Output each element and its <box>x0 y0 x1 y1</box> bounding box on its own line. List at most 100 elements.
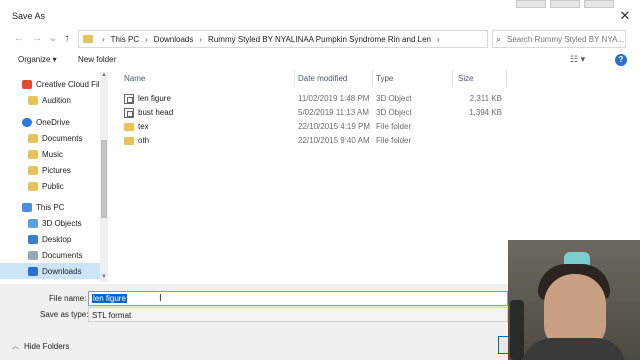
documents-icon <box>28 250 38 260</box>
breadcrumb-this-pc[interactable]: This PC <box>111 35 139 44</box>
column-header-type[interactable]: Type <box>376 74 393 83</box>
search-icon: ⌕ <box>496 34 502 44</box>
address-bar[interactable]: › This PC › Downloads › Rummy Styled BY … <box>78 30 560 48</box>
folder-icon <box>28 149 38 159</box>
file-row[interactable]: tex 22/10/2015 4:19 PM File folder <box>118 120 510 134</box>
recent-locations-icon[interactable]: ⌄ <box>46 32 60 46</box>
column-divider[interactable] <box>506 70 507 87</box>
3d-object-icon <box>124 108 134 118</box>
scroll-up-icon[interactable]: ▲ <box>100 72 108 78</box>
nav-item-onedrive[interactable]: OneDrive <box>0 114 100 130</box>
breadcrumb-separator-icon: › <box>145 34 148 44</box>
column-divider[interactable] <box>294 70 295 87</box>
webcam-overlay <box>508 240 640 360</box>
column-header-size[interactable]: Size <box>458 74 474 83</box>
nav-item-music[interactable]: Music <box>0 146 100 162</box>
organize-button[interactable]: Organize ▾ <box>18 55 57 64</box>
close-icon[interactable]: ✕ <box>616 7 634 25</box>
file-name: tex <box>138 122 149 131</box>
file-name: bust head <box>138 108 174 117</box>
column-divider[interactable] <box>452 70 453 87</box>
file-name-value: len figure <box>92 294 127 303</box>
onedrive-icon <box>22 117 32 127</box>
nav-item-label: Audition <box>42 95 71 105</box>
person-body <box>522 338 626 360</box>
file-size: 2,311 KB <box>469 94 502 103</box>
file-name: len figure <box>138 94 171 103</box>
breadcrumb-downloads[interactable]: Downloads <box>154 35 194 44</box>
file-name-field[interactable]: len figure I <box>88 291 508 306</box>
nav-item-label: Downloads <box>42 266 82 276</box>
nav-item-label: Music <box>42 149 63 159</box>
file-row[interactable]: len figure 11/02/2019 1:48 PM 3D Object … <box>118 92 510 106</box>
nav-item-label: Public <box>42 181 64 191</box>
file-row[interactable]: bust head 5/02/2019 11:13 AM 3D Object 1… <box>118 106 510 120</box>
save-as-type-value: STL format <box>92 311 132 320</box>
chevron-up-icon: ︿ <box>12 343 19 350</box>
column-header-name[interactable]: Name <box>124 74 145 83</box>
navigation-scrollbar[interactable]: ▲ ▼ <box>100 72 108 282</box>
file-size: 1,394 KB <box>469 108 502 117</box>
file-date: 22/10/2015 9:40 AM <box>298 136 370 145</box>
column-divider[interactable] <box>372 70 373 87</box>
breadcrumb-separator-icon: › <box>102 34 105 44</box>
nav-item-pictures[interactable]: Pictures <box>0 162 100 178</box>
breadcrumb-current-folder[interactable]: Rummy Styled BY NYALINAA Pumpkin Syndrom… <box>208 35 431 44</box>
file-type: 3D Object <box>376 108 412 117</box>
nav-item-downloads[interactable]: Downloads <box>0 263 100 279</box>
command-bar: Organize ▾ New folder ☷ ▾ ? <box>0 51 640 69</box>
save-as-type-select[interactable]: STL format <box>88 307 508 322</box>
scrollbar-thumb[interactable] <box>101 140 107 218</box>
text-cursor-icon: I <box>159 293 162 304</box>
nav-item-creative-cloud[interactable]: Creative Cloud Fil <box>0 76 100 92</box>
scroll-down-icon[interactable]: ▼ <box>100 274 108 280</box>
help-icon[interactable]: ? <box>615 54 627 66</box>
search-box[interactable]: ⌕ <box>492 30 626 48</box>
folder-icon <box>28 133 38 143</box>
nav-item-label: Documents <box>42 250 83 260</box>
nav-item-documents-pc[interactable]: Documents <box>0 247 100 263</box>
folder-icon <box>28 165 38 175</box>
nav-item-documents[interactable]: Documents <box>0 130 100 146</box>
cube-icon <box>28 218 38 228</box>
nav-item-label: Pictures <box>42 165 71 175</box>
desktop-icon <box>28 234 38 244</box>
file-name-label: File name: <box>49 294 87 303</box>
file-list: Name Date modified Type Size len figure … <box>118 70 510 284</box>
window-title: Save As <box>12 11 46 21</box>
file-date: 22/10/2015 4:19 PM <box>298 122 371 131</box>
nav-item-label: Desktop <box>42 234 72 244</box>
nav-item-label: Creative Cloud Fil <box>36 79 100 89</box>
nav-item-audition[interactable]: Audition <box>0 92 100 108</box>
view-options-icon[interactable]: ☷ ▾ <box>570 54 585 65</box>
file-row[interactable]: oth 22/10/2015 9:40 AM File folder <box>118 134 510 148</box>
microphone <box>510 300 524 360</box>
nav-item-desktop[interactable]: Desktop <box>0 231 100 247</box>
navigation-pane: Creative Cloud Fil Audition OneDrive Doc… <box>0 72 108 284</box>
breadcrumb-separator-icon: › <box>436 34 440 44</box>
folder-icon <box>83 35 93 43</box>
back-arrow-icon[interactable]: ← <box>12 32 26 46</box>
nav-item-label: OneDrive <box>36 117 70 127</box>
hide-folders-button[interactable]: ︿ Hide Folders <box>12 341 69 351</box>
folder-icon <box>124 123 134 131</box>
nav-item-label: 3D Objects <box>42 218 82 228</box>
file-type: File folder <box>376 136 412 145</box>
forward-arrow-icon[interactable]: → <box>30 32 44 46</box>
column-header-date[interactable]: Date modified <box>298 74 347 83</box>
3d-object-icon <box>124 94 134 104</box>
new-folder-button[interactable]: New folder <box>78 55 116 64</box>
file-type: File folder <box>376 122 412 131</box>
breadcrumb-separator-icon: › <box>199 34 203 44</box>
up-arrow-icon[interactable]: ↑ <box>60 32 74 46</box>
search-input[interactable] <box>507 31 625 47</box>
title-bar: Save As ✕ <box>0 0 640 30</box>
file-type: 3D Object <box>376 94 412 103</box>
nav-item-this-pc[interactable]: This PC <box>0 199 100 215</box>
hide-folders-label: Hide Folders <box>24 341 70 351</box>
creative-cloud-icon <box>22 79 32 89</box>
file-name: oth <box>138 136 150 145</box>
nav-item-3d-objects[interactable]: 3D Objects <box>0 215 100 231</box>
nav-item-public[interactable]: Public <box>0 178 100 194</box>
file-date: 5/02/2019 11:13 AM <box>298 108 370 117</box>
